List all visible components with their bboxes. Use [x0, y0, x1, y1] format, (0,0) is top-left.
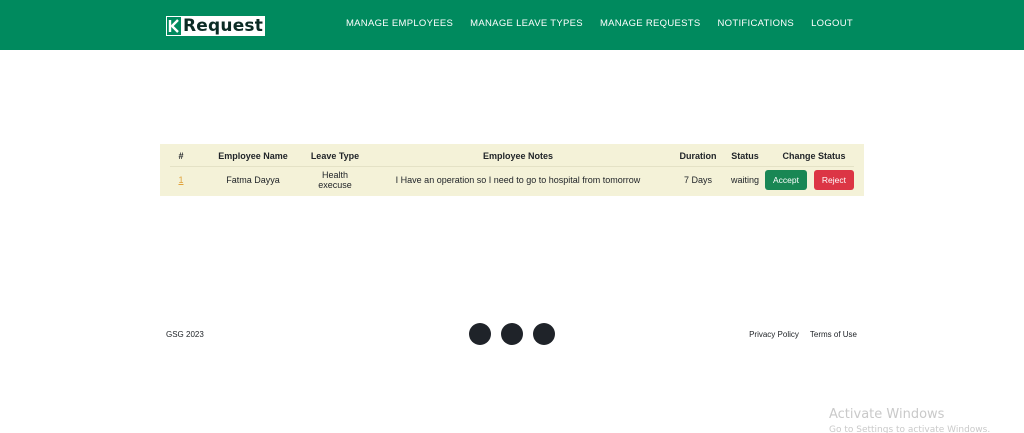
col-header-employee-name: Employee Name — [218, 150, 288, 161]
header-divider — [170, 166, 854, 167]
nav-manage-employees[interactable]: MANAGE EMPLOYEES — [346, 18, 453, 29]
nav-manage-requests[interactable]: MANAGE REQUESTS — [600, 18, 701, 29]
col-header-status: Status — [731, 150, 759, 161]
employee-name-cell: Fatma Dayya — [226, 175, 280, 185]
row-index-link[interactable]: 1 — [178, 175, 183, 185]
windows-activation-watermark: Activate Windows Go to Settings to activ… — [829, 406, 990, 433]
table-header-row: # Employee Name Leave Type Employee Note… — [160, 144, 864, 166]
social-icon[interactable] — [469, 323, 491, 345]
col-header-leave-type: Leave Type — [310, 150, 360, 161]
privacy-policy-link[interactable]: Privacy Policy — [749, 330, 799, 339]
employee-notes-cell: I Have an operation so I need to go to h… — [395, 175, 641, 185]
social-icon[interactable] — [533, 323, 555, 345]
change-status-cell: Accept Reject — [764, 166, 864, 194]
reject-button[interactable]: Reject — [813, 170, 854, 190]
col-header-change-status: Change Status — [782, 150, 846, 161]
accept-button[interactable]: Accept — [765, 170, 807, 190]
col-header-duration: Duration — [679, 150, 717, 161]
footer-links: Privacy Policy Terms of Use — [749, 330, 857, 339]
watermark-title: Activate Windows — [829, 407, 945, 422]
col-header-index: # — [178, 150, 184, 161]
duration-cell: 7 Days — [683, 175, 712, 185]
footer-copyright: GSG 2023 — [166, 330, 204, 339]
leave-type-cell: Health execuse — [318, 170, 352, 190]
top-navbar: Request MANAGE EMPLOYEES MANAGE LEAVE TY… — [0, 0, 1024, 50]
brand-name: Request — [183, 16, 264, 36]
social-icons — [469, 323, 555, 345]
k-arrow-logo-icon — [167, 17, 181, 35]
main-nav: MANAGE EMPLOYEES MANAGE LEAVE TYPES MANA… — [346, 18, 853, 29]
col-header-employee-notes: Employee Notes — [482, 150, 554, 161]
table-row: 1 Fatma Dayya Health execuse I Have an o… — [160, 166, 864, 194]
watermark-subtitle: Go to Settings to activate Windows. — [829, 425, 991, 433]
status-cell: waiting — [730, 175, 759, 185]
nav-notifications[interactable]: NOTIFICATIONS — [718, 18, 795, 29]
brand-logo[interactable]: Request — [166, 16, 266, 36]
leave-requests-table: # Employee Name Leave Type Employee Note… — [160, 144, 864, 196]
nav-logout[interactable]: LOGOUT — [811, 18, 853, 29]
social-icon[interactable] — [501, 323, 523, 345]
nav-manage-leave-types[interactable]: MANAGE LEAVE TYPES — [470, 18, 583, 29]
terms-of-use-link[interactable]: Terms of Use — [810, 330, 857, 339]
